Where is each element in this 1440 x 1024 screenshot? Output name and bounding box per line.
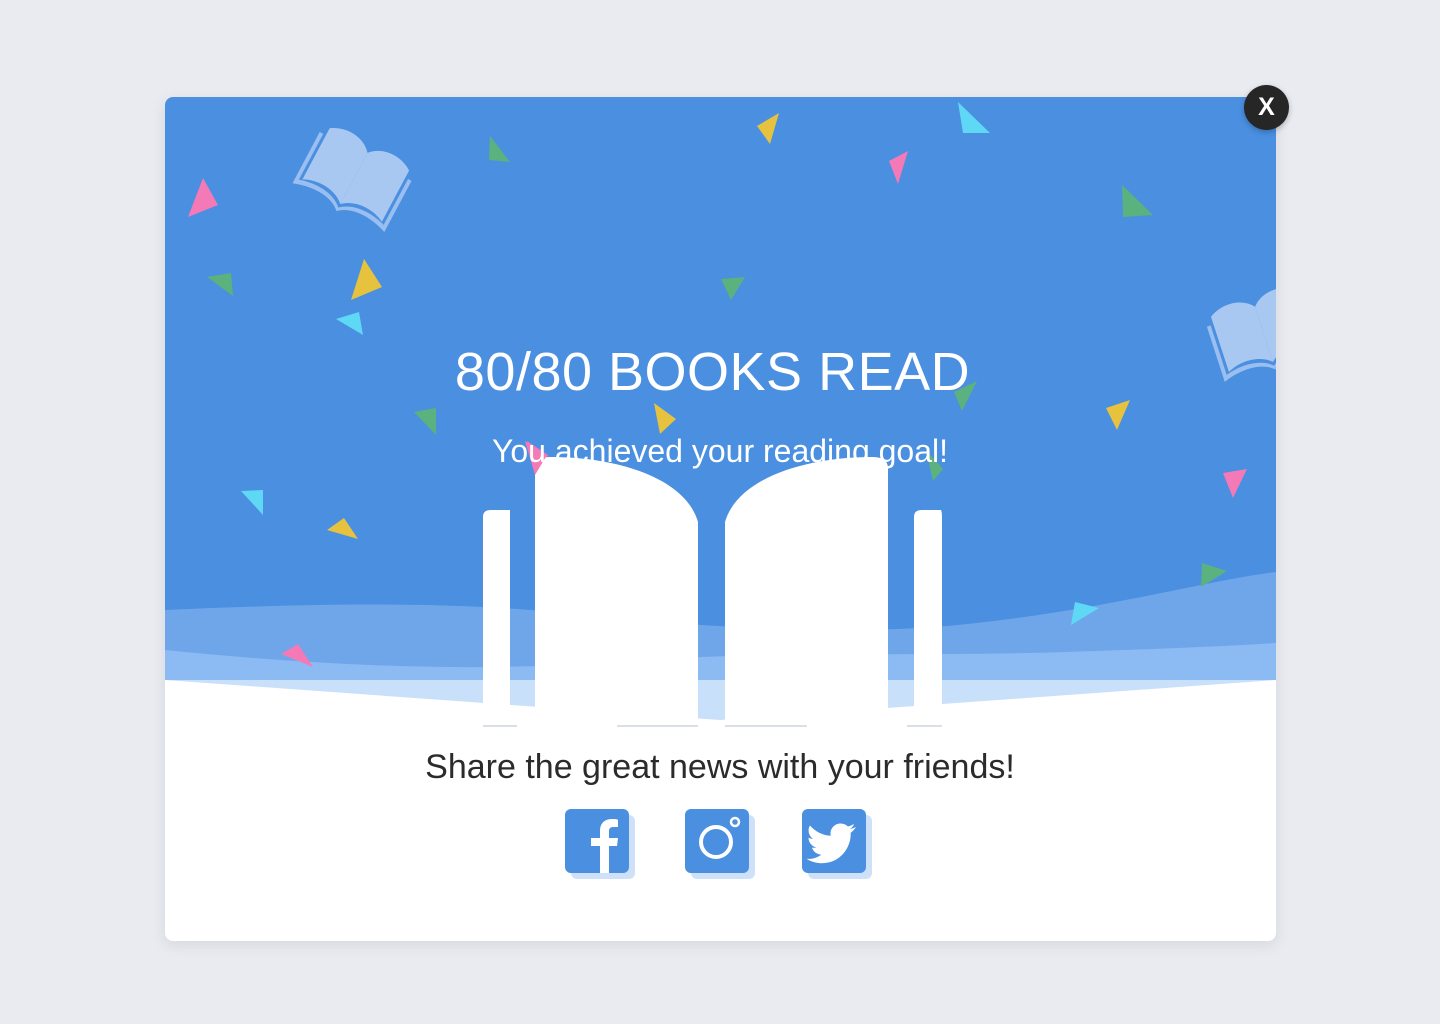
button-face [685,809,749,873]
twitter-icon [806,823,856,864]
share-prompt: Share the great news with your friends! [425,748,1015,786]
button-face [802,809,866,873]
goal-title: 80/80 BOOKS READ [454,342,971,402]
instagram-share-button[interactable] [685,809,755,879]
close-button[interactable]: X [1244,85,1289,130]
celebration-illustration [165,97,1276,737]
twitter-share-button[interactable] [802,809,872,879]
facebook-icon [591,819,618,873]
button-face [565,809,629,873]
instagram-icon [699,816,741,859]
facebook-share-button[interactable] [565,809,635,879]
celebration-banner: 80/80 BOOKS READ You achieved your readi… [165,97,1276,737]
goal-subtitle: You achieved your reading goal! [491,433,949,469]
achievement-modal: 80/80 BOOKS READ You achieved your readi… [165,97,1276,941]
